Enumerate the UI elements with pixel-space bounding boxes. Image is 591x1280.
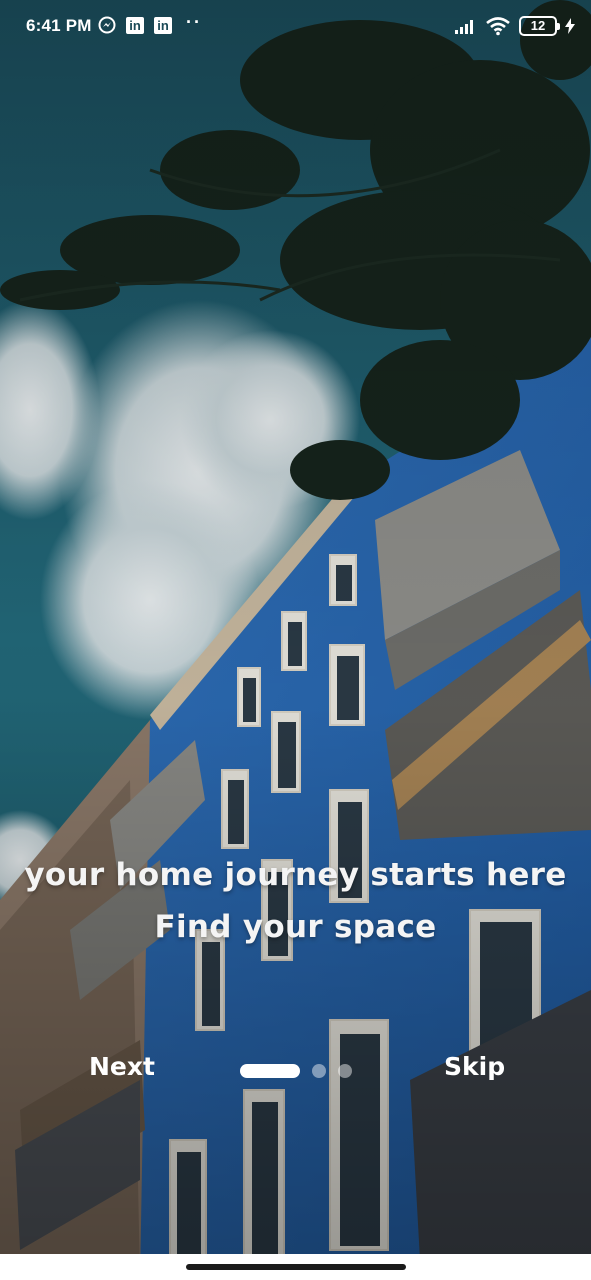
more-notifications-icon: ·· [186,12,202,32]
status-bar: 6:41 PM in in ·· 12 [0,0,591,50]
charging-bolt-icon [565,18,575,34]
linkedin-icon: in [126,17,144,34]
linkedin-icon: in [154,17,172,34]
onboarding-headline: your home journey starts here [24,857,567,893]
home-gesture-indicator[interactable] [186,1264,406,1270]
signal-icon [455,20,473,34]
onboarding-subheadline: Find your space [154,909,437,945]
skip-button[interactable]: Skip [444,1052,505,1081]
wifi-icon [486,17,510,36]
messenger-icon [98,16,116,34]
battery-icon: 12 [519,16,560,36]
page-dot [312,1064,326,1078]
status-time: 6:41 PM [26,16,92,35]
building-photo-illustration [0,0,591,1280]
page-dot-active [240,1064,300,1078]
battery-level: 12 [530,18,546,33]
background-photo [0,0,591,1280]
page-dot [338,1064,352,1078]
next-button[interactable]: Next [89,1052,155,1081]
page-indicator [240,1064,352,1078]
status-right-cluster: 12 [455,15,575,37]
onboarding-screen: 6:41 PM in in ·· 12 your home journey st… [0,0,591,1280]
